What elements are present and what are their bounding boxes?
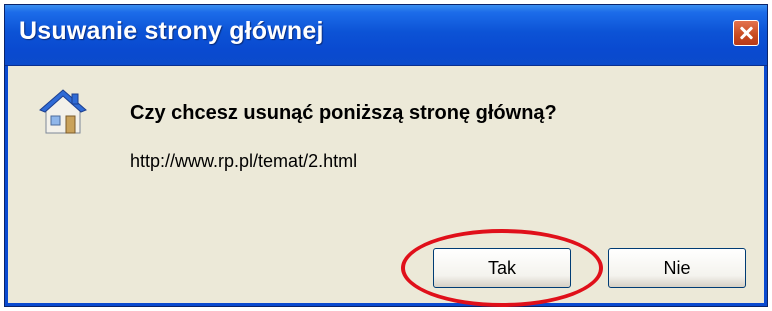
home-icon bbox=[39, 89, 87, 134]
no-button[interactable]: Nie bbox=[608, 248, 746, 288]
dialog-window: Usuwanie strony głównej Czy chcesz usuną… bbox=[4, 4, 768, 307]
yes-button[interactable]: Tak bbox=[433, 248, 571, 288]
dialog-title: Usuwanie strony głównej bbox=[19, 17, 324, 45]
dialog-content: Czy chcesz usunąć poniższą stronę główną… bbox=[5, 66, 767, 307]
close-icon[interactable] bbox=[733, 20, 759, 46]
homepage-url: http://www.rp.pl/temat/2.html bbox=[130, 151, 358, 171]
title-bar[interactable]: Usuwanie strony głównej bbox=[5, 5, 767, 66]
confirmation-question: Czy chcesz usunąć poniższą stronę główną… bbox=[130, 102, 557, 124]
